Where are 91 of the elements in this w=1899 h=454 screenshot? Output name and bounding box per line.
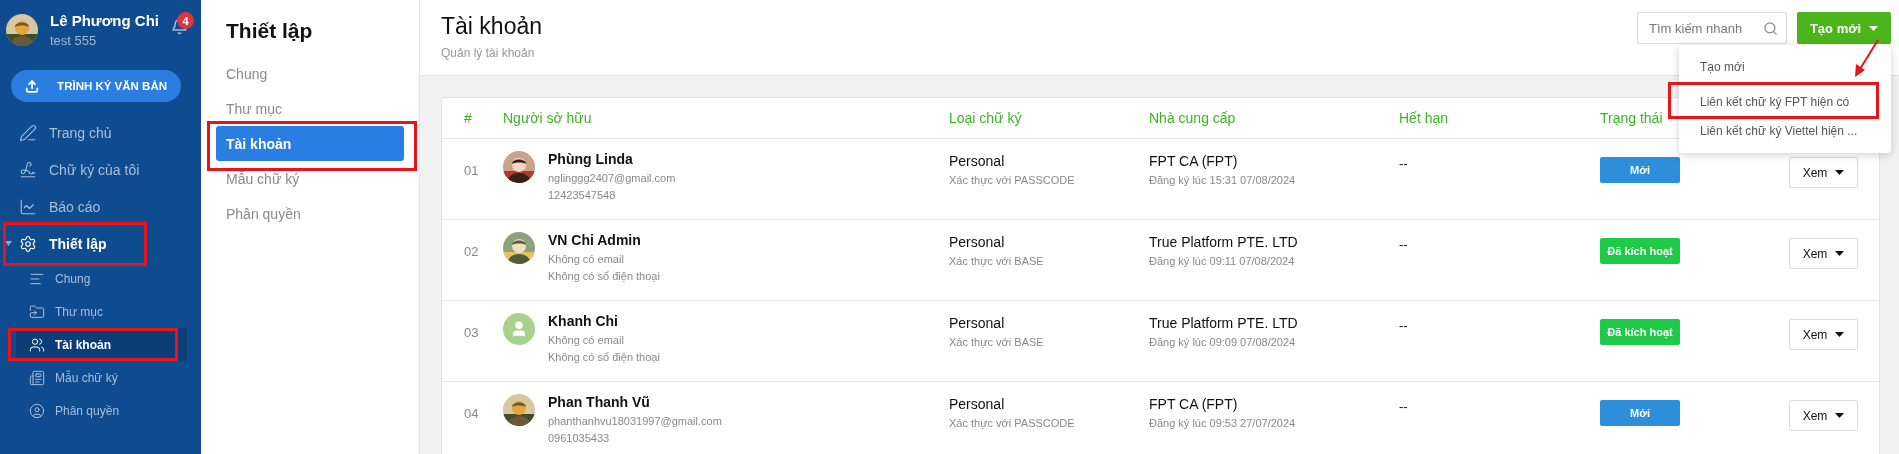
view-button[interactable]: Xem (1789, 400, 1858, 431)
status-badge: Đã kích hoạt (1600, 319, 1680, 345)
expiry-cell-text: -- (1399, 155, 1409, 173)
pen-icon (19, 123, 37, 142)
bell-icon[interactable] (171, 18, 189, 35)
caret-icon (1835, 251, 1845, 256)
column-header: # (464, 110, 473, 126)
column-header: Người sở hữu (503, 110, 593, 126)
sidebar-item[interactable]: Trang chủ (0, 114, 201, 151)
owner-name: Phùng Linda (548, 151, 634, 167)
signature-type: Personal (949, 234, 1006, 250)
provider-name: True Platform PTE. LTD (1149, 234, 1299, 250)
view-button[interactable]: Xem (1789, 157, 1858, 188)
signature-type: Personal (949, 153, 1006, 169)
owner-email: phanthanhvu18031997@gmail.com (548, 415, 722, 427)
sidebar-item[interactable]: Chữ ký của tôi (0, 151, 201, 188)
menu-item[interactable]: Liên kết chữ ký FPT hiện có (1668, 82, 1879, 119)
signature-type: Personal (949, 315, 1006, 331)
row-number: 04 (464, 405, 480, 423)
chart-icon (19, 197, 37, 216)
users-icon (29, 336, 45, 353)
search-field[interactable]: Tìm kiếm nhanh (1637, 12, 1787, 44)
provider-name: FPT CA (FPT) (1149, 396, 1239, 412)
status-badge: Đã kích hoạt (1600, 238, 1680, 264)
panel-title: Thiết lập (225, 18, 314, 44)
search-icon (1763, 21, 1778, 36)
settings-menu-item[interactable]: Chung (216, 56, 404, 91)
owner-phone: 12423547548 (548, 189, 617, 201)
column-header: Trạng thái (1600, 110, 1664, 126)
provider-name: FPT CA (FPT) (1149, 153, 1239, 169)
auth-method: Xác thực với BASE (949, 336, 1045, 348)
row-number: 03 (464, 324, 480, 342)
owner-name: Phan Thanh Vũ (548, 394, 651, 410)
settings-menu-item[interactable]: Phân quyền (216, 196, 404, 231)
owner-name: Khanh Chi (548, 313, 619, 329)
column-header: Nhà cung cấp (1149, 110, 1237, 126)
row-number: 02 (464, 243, 480, 261)
sidebar-subitem[interactable]: Chung (16, 262, 187, 295)
auth-method: Xác thực với PASSCODE (949, 417, 1076, 429)
menu-item[interactable]: Tạo mới (1679, 51, 1891, 83)
auth-method: Xác thực với BASE (949, 255, 1045, 267)
registered-time: Đăng ký lúc 15:31 07/08/2024 (1149, 174, 1297, 186)
sidebar-subitem[interactable]: Mẫu chữ ký (16, 361, 187, 394)
registered-time: Đăng ký lúc 09:11 07/08/2024 (1149, 255, 1296, 267)
owner-phone: Không có số điện thoại (548, 270, 660, 282)
owner-email: Không có email (548, 253, 625, 265)
user-circle-icon (29, 402, 45, 419)
sidebar-item[interactable]: Báo cáo (0, 188, 201, 225)
user-name: Lê Phương Chi (50, 12, 160, 29)
owner-email: nglinggg2407@gmail.com (548, 172, 676, 184)
registered-time: Đăng ký lúc 09:53 27/07/2024 (1149, 417, 1297, 429)
sidebar-item[interactable]: Thiết lập (0, 225, 201, 262)
signature-icon (19, 160, 37, 179)
caret-icon (1869, 25, 1879, 31)
owner-phone: 0961035433 (548, 432, 611, 444)
caret-icon (1835, 332, 1845, 337)
upload-icon (25, 78, 40, 94)
view-button[interactable]: Xem (1789, 238, 1858, 269)
column-header: Loại chữ ký (949, 110, 1023, 126)
sidebar-subitem[interactable]: Thư mục (16, 295, 187, 328)
settings-menu-item[interactable]: Thư mục (216, 91, 404, 126)
document-icon (29, 369, 45, 386)
settings-menu-item[interactable]: Mẫu chữ ký (216, 161, 404, 196)
expiry-cell-text: -- (1399, 398, 1409, 416)
expiry-cell-text: -- (1399, 317, 1409, 335)
sidebar-subitem[interactable]: Phân quyền (16, 394, 187, 427)
registered-time: Đăng ký lúc 09:09 07/08/2024 (1149, 336, 1297, 348)
caret-icon (1835, 413, 1845, 418)
notification-badge: 4 (177, 12, 195, 29)
settings-menu-item[interactable]: Tài khoản (216, 126, 404, 161)
page-subtitle: Quản lý tài khoản (441, 46, 536, 60)
create-button[interactable]: Tạo mới (1797, 12, 1891, 44)
auth-method: Xác thực với PASSCODE (949, 174, 1076, 186)
owner-name: VN Chi Admin (548, 232, 642, 248)
column-header: Hết hạn (1399, 110, 1450, 126)
user-subtitle: test 555 (50, 33, 98, 48)
status-badge: Mới (1600, 400, 1680, 426)
submit-document-button[interactable]: TRÌNH KÝ VĂN BẢN (11, 70, 181, 102)
settings-icon (19, 234, 37, 253)
signature-type: Personal (949, 396, 1006, 412)
owner-email: Không có email (548, 334, 625, 346)
row-number: 01 (464, 162, 480, 180)
provider-name: True Platform PTE. LTD (1149, 315, 1299, 331)
view-button[interactable]: Xem (1789, 319, 1858, 350)
expiry-cell-text: -- (1399, 236, 1409, 254)
user-icon (510, 320, 528, 338)
owner-phone: Không có số điện thoại (548, 351, 660, 363)
folder-icon (29, 303, 45, 320)
page-title: Tài khoản (441, 13, 542, 40)
status-badge: Mới (1600, 157, 1680, 183)
caret-icon (1835, 170, 1845, 175)
